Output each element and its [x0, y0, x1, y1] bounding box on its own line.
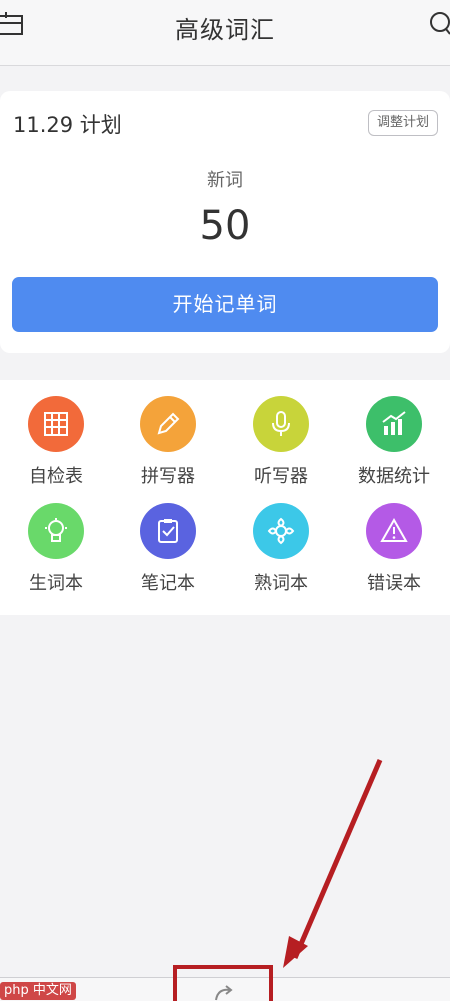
tool-label: 拼写器: [141, 466, 195, 487]
warning-icon: [366, 503, 422, 559]
tool-speller[interactable]: 拼写器: [112, 396, 224, 488]
new-words-count: 50: [199, 203, 251, 249]
search-icon[interactable]: [426, 10, 450, 36]
refresh-icon[interactable]: [210, 984, 240, 1001]
pencil-icon: [140, 396, 196, 452]
tool-label: 熟词本: [254, 573, 308, 594]
tool-label: 笔记本: [141, 573, 195, 594]
microphone-icon: [253, 396, 309, 452]
note-check-icon: [140, 503, 196, 559]
new-words-label: 新词: [207, 170, 243, 191]
tool-label: 自检表: [29, 466, 83, 487]
tool-familiar-words[interactable]: 熟词本: [225, 503, 337, 595]
tool-label: 听写器: [254, 466, 308, 487]
top-header: 高级词汇: [0, 0, 450, 66]
tool-label: 数据统计: [358, 466, 430, 487]
grid-table-icon: [28, 396, 84, 452]
tool-label: 错误本: [367, 573, 421, 594]
tool-label: 生词本: [29, 573, 83, 594]
tool-new-words-book[interactable]: 生词本: [0, 503, 112, 595]
page-title: 高级词汇: [175, 16, 275, 44]
lightbulb-icon: [28, 503, 84, 559]
tool-notebook[interactable]: 笔记本: [112, 503, 224, 595]
bar-chart-icon: [366, 396, 422, 452]
tool-self-check[interactable]: 自检表: [0, 396, 112, 488]
tool-statistics[interactable]: 数据统计: [338, 396, 450, 488]
start-memorize-button[interactable]: 开始记单词: [12, 277, 438, 332]
tool-mistakes-book[interactable]: 错误本: [338, 503, 450, 595]
adjust-plan-button[interactable]: 调整计划: [368, 110, 438, 136]
flower-icon: [253, 503, 309, 559]
plan-date-label: 11.29 计划: [13, 113, 122, 137]
tool-dictation[interactable]: 听写器: [225, 396, 337, 488]
watermark: php 中文网: [0, 982, 76, 1000]
